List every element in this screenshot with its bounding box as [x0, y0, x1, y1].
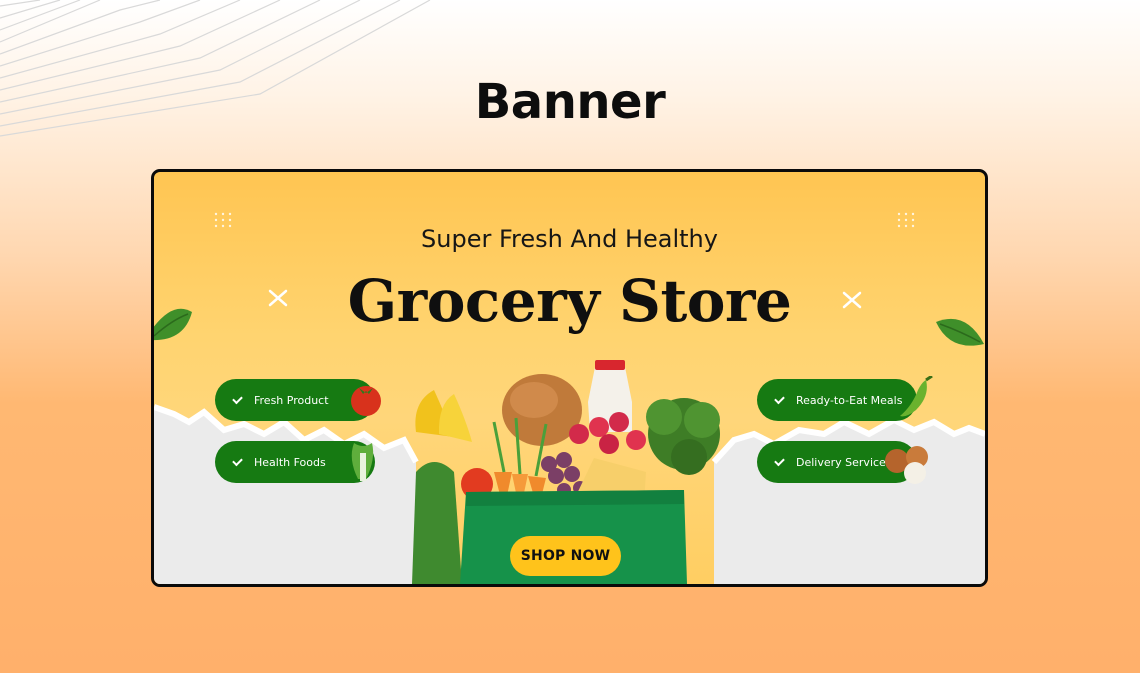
check-icon: [774, 455, 785, 466]
grocery-banner: Super Fresh And Healthy Grocery Store Fr…: [151, 169, 988, 587]
bok-choy-icon: [351, 443, 374, 481]
shop-now-button[interactable]: SHOP NOW: [510, 536, 621, 576]
pepper-icon: [900, 376, 933, 417]
feature-label: Ready-to-Eat Meals: [796, 393, 903, 407]
banner-title: Grocery Store: [347, 267, 792, 335]
feature-label: Fresh Product: [254, 393, 329, 407]
banner-subtitle: Super Fresh And Healthy: [421, 225, 718, 253]
feature-pill-ready-to-eat: Ready-to-Eat Meals: [757, 379, 917, 421]
check-icon: [232, 455, 243, 466]
onion-icon: [885, 446, 928, 484]
tomato-icon: [351, 386, 381, 416]
torn-paper-background: [154, 407, 416, 584]
check-icon: [774, 393, 785, 404]
feature-label: Health Foods: [254, 455, 326, 469]
page-title: Banner: [474, 74, 666, 130]
check-icon: [232, 393, 243, 404]
feature-label: Delivery Service: [796, 455, 886, 469]
